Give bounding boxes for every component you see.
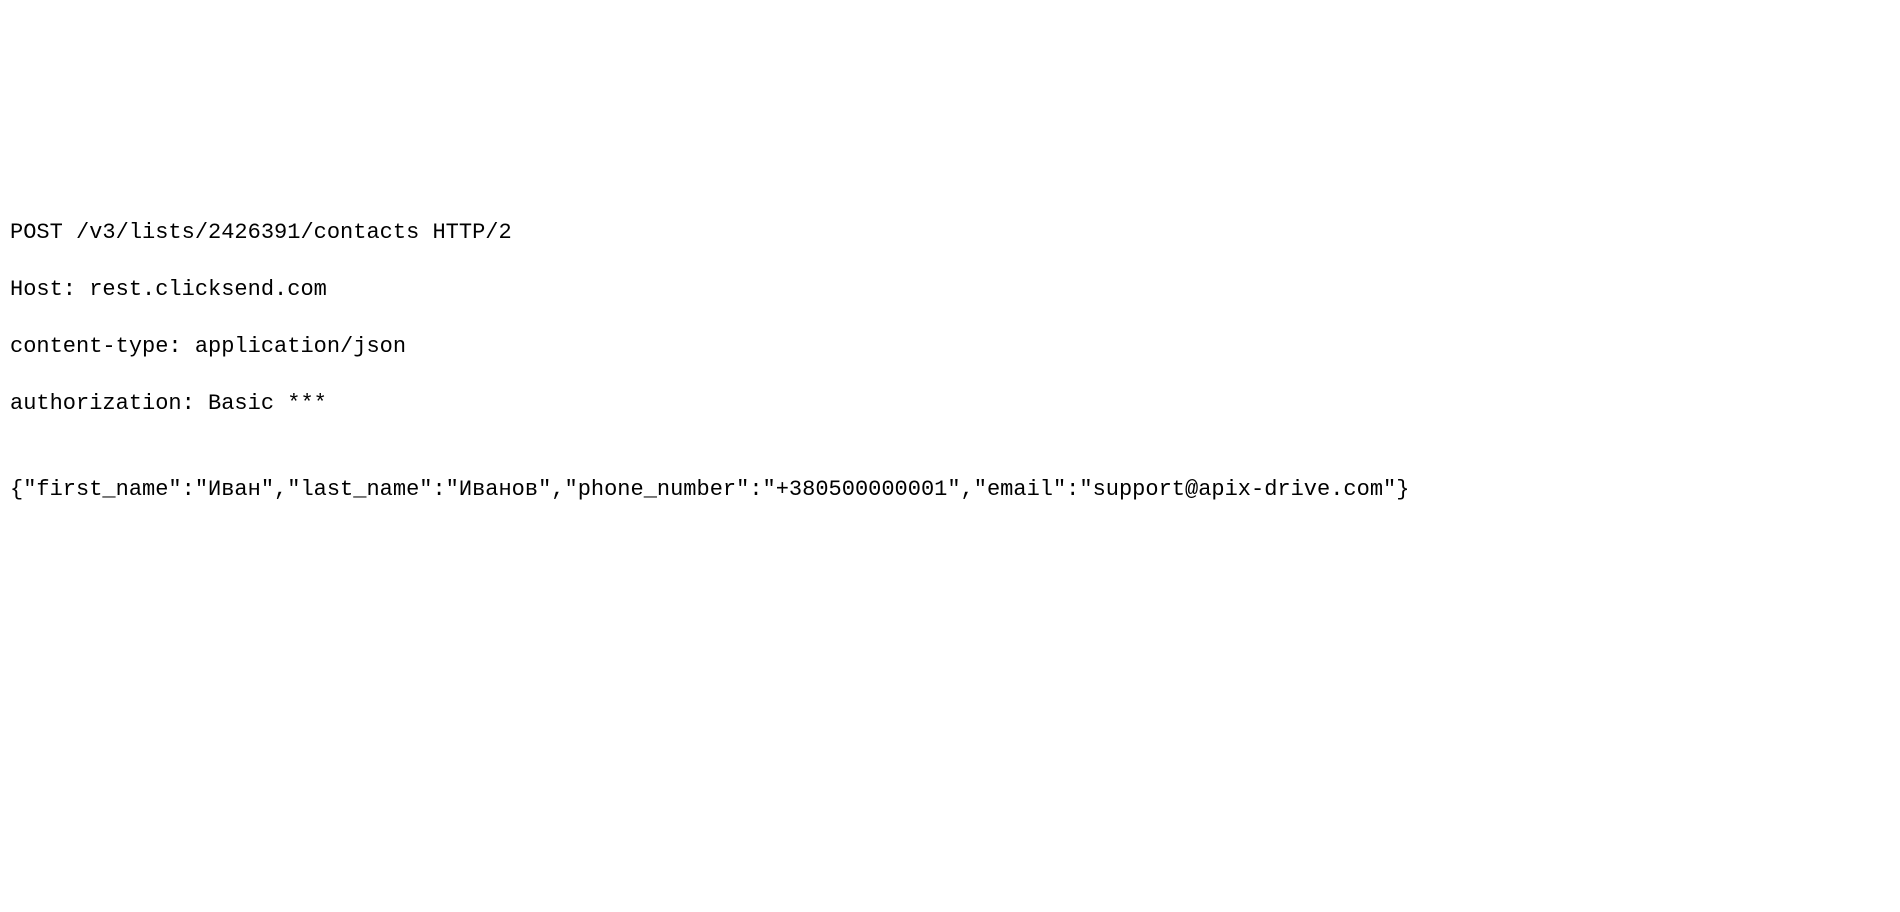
authorization-header: authorization: Basic *** [10, 390, 1900, 419]
request-body: {"first_name":"Иван","last_name":"Иванов… [10, 476, 1900, 505]
request-line: POST /v3/lists/2426391/contacts HTTP/2 [10, 219, 1900, 248]
content-type-header: content-type: application/json [10, 333, 1900, 362]
host-header: Host: rest.clicksend.com [10, 276, 1900, 305]
http-request-block: POST /v3/lists/2426391/contacts HTTP/2 H… [10, 190, 1900, 533]
